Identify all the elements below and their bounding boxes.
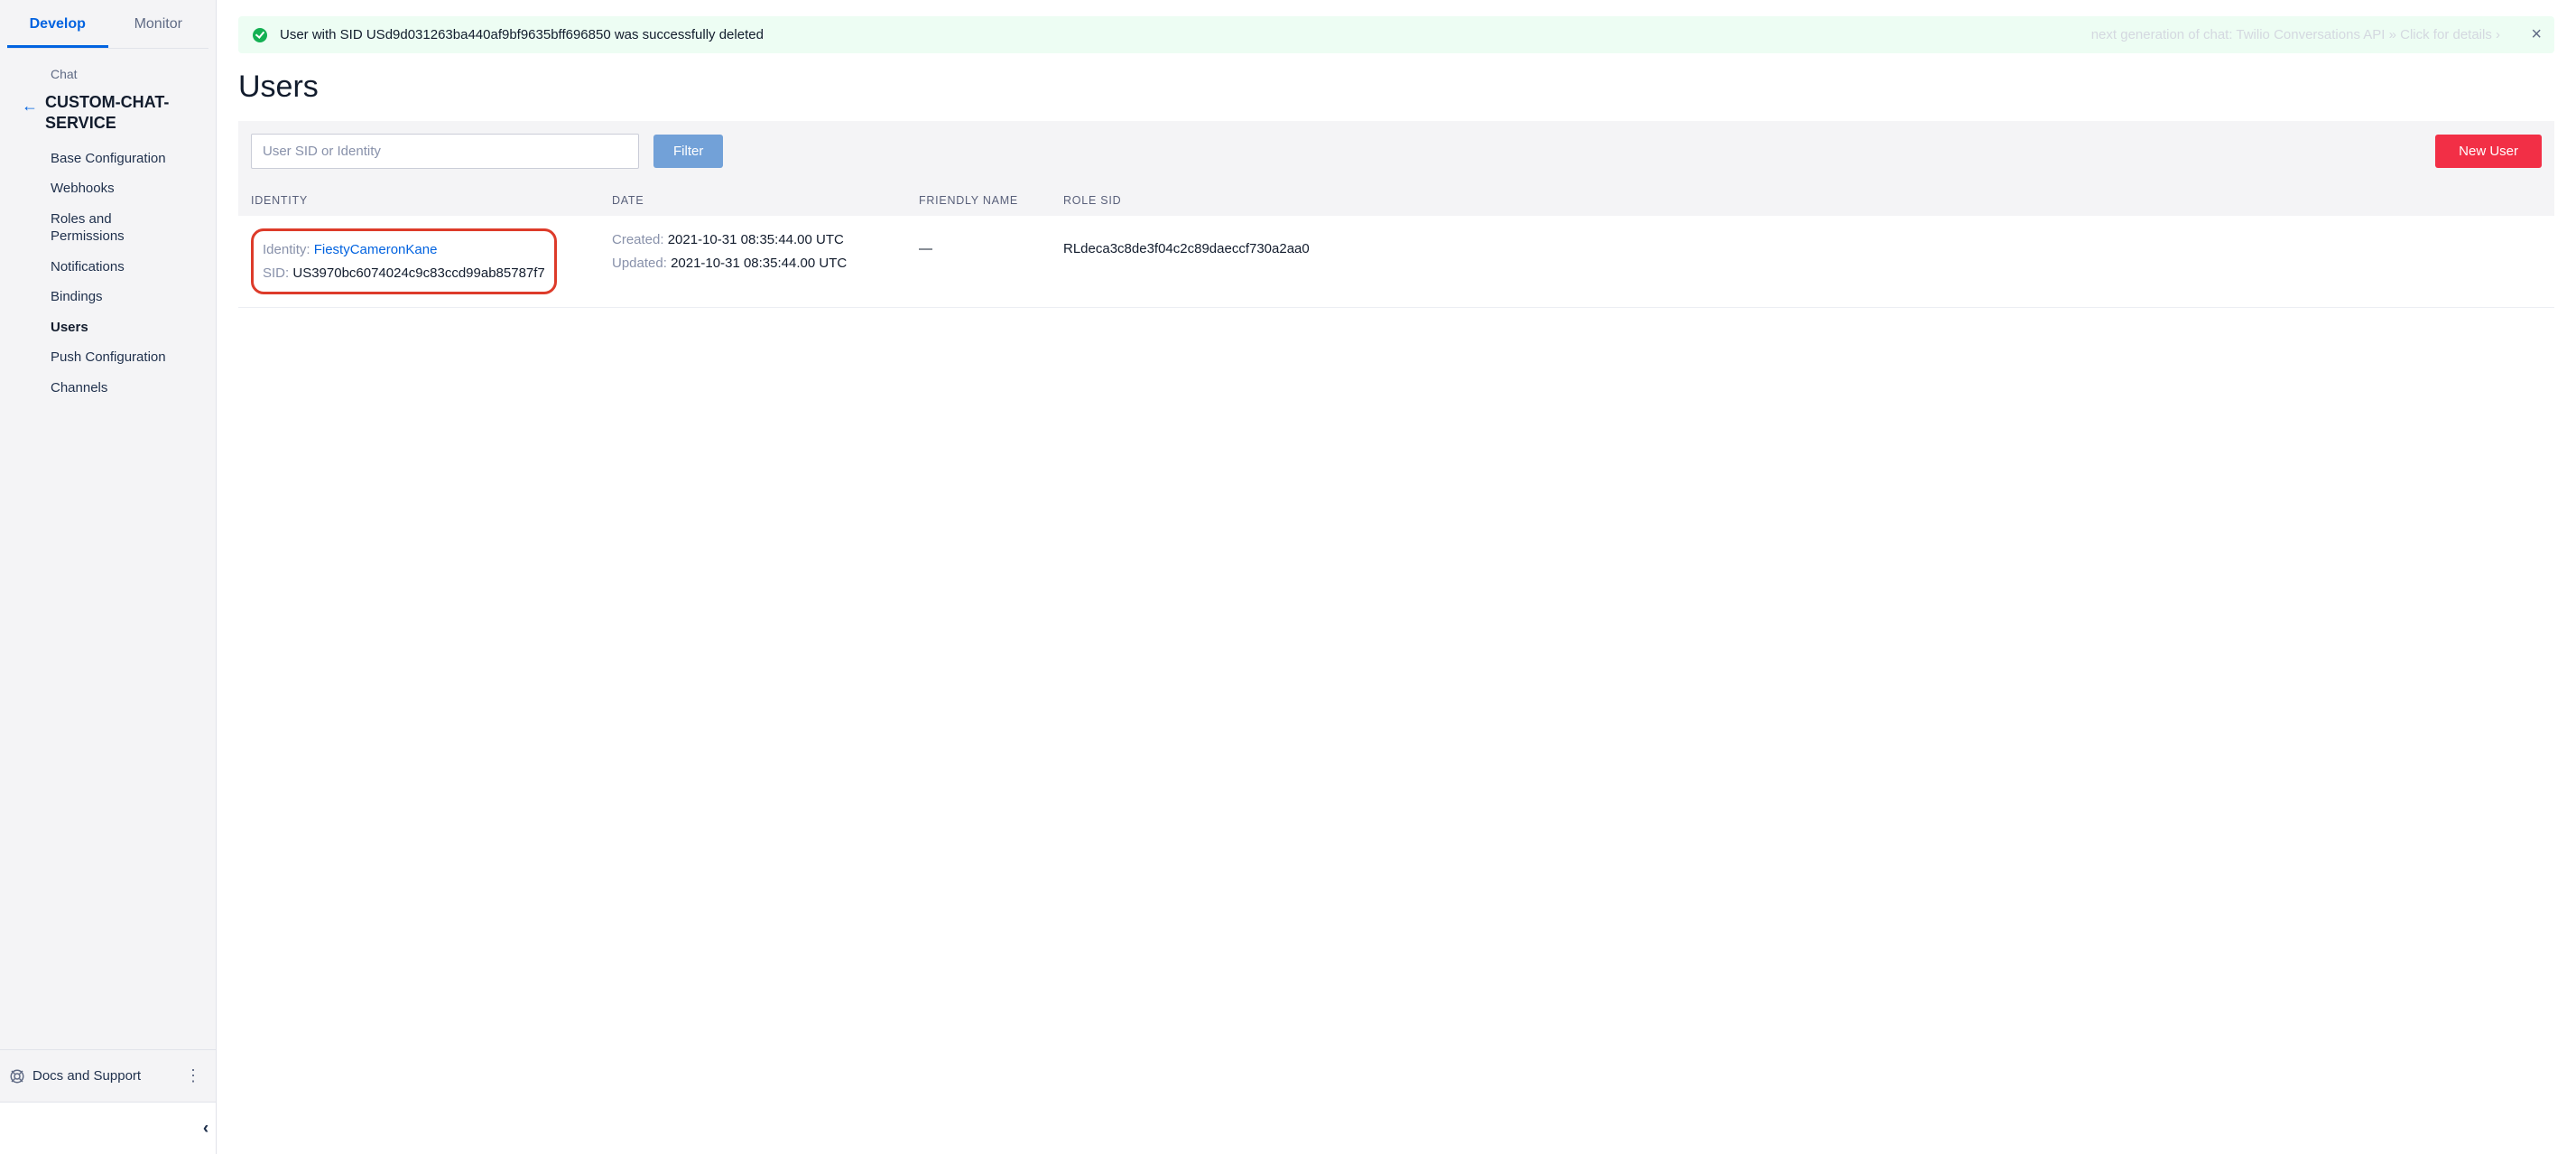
identity-label: Identity:	[263, 242, 310, 257]
sidebar-item-channels[interactable]: Channels	[51, 373, 186, 404]
sidebar-item-webhooks[interactable]: Webhooks	[51, 173, 186, 204]
sidebar: Develop Monitor Chat ← CUSTOM-CHAT-SERVI…	[0, 0, 217, 1154]
sidebar-bottom: Docs and Support ⋮ ‹‹	[0, 1049, 216, 1154]
sidebar-item-base-configuration[interactable]: Base Configuration	[51, 144, 186, 174]
page-title: Users	[238, 70, 2554, 105]
nav-service-row: ← CUSTOM-CHAT-SERVICE	[0, 88, 216, 144]
sidebar-collapse-row: ‹‹	[0, 1103, 216, 1154]
docs-support-row[interactable]: Docs and Support ⋮	[0, 1050, 216, 1103]
close-icon[interactable]: ×	[2531, 25, 2542, 43]
cell-role-sid: RLdeca3c8de3f04c2c89daeccf730a2aa0	[1063, 228, 2542, 256]
created-label: Created:	[612, 232, 664, 247]
back-arrow-icon[interactable]: ←	[9, 92, 45, 114]
table-row: Identity: FiestyCameronKane SID: US3970b…	[238, 216, 2554, 308]
nav-area: Chat ← CUSTOM-CHAT-SERVICE Base Configur…	[0, 49, 216, 403]
col-header-identity: IDENTITY	[251, 194, 612, 207]
main-content: User with SID USd9d031263ba440af9bf9635b…	[217, 0, 2576, 1154]
more-vertical-icon[interactable]: ⋮	[185, 1066, 207, 1085]
success-alert: User with SID USd9d031263ba440af9bf9635b…	[238, 16, 2554, 53]
success-check-icon	[253, 28, 267, 42]
col-header-role-sid: ROLE SID	[1063, 194, 2542, 207]
updated-value: 2021-10-31 08:35:44.00 UTC	[671, 256, 847, 271]
search-input[interactable]	[251, 134, 639, 169]
users-toolbar: Filter New User	[238, 121, 2554, 181]
service-name[interactable]: CUSTOM-CHAT-SERVICE	[45, 92, 207, 135]
cell-friendly-name: —	[919, 228, 1063, 256]
alert-message: User with SID USd9d031263ba440af9bf9635b…	[280, 27, 764, 42]
updated-label: Updated:	[612, 256, 667, 271]
users-table: IDENTITY DATE FRIENDLY NAME ROLE SID Ide…	[238, 181, 2554, 308]
table-header: IDENTITY DATE FRIENDLY NAME ROLE SID	[238, 181, 2554, 216]
sidebar-item-roles-permissions[interactable]: Roles and Permissions	[51, 204, 186, 252]
sid-value: US3970bc6074024c9c83ccd99ab85787f7	[292, 265, 544, 281]
identity-link[interactable]: FiestyCameronKane	[314, 242, 438, 257]
tab-develop[interactable]: Develop	[7, 0, 108, 48]
nav-section-chat[interactable]: Chat	[0, 61, 216, 88]
docs-support-label: Docs and Support	[32, 1068, 185, 1084]
created-value: 2021-10-31 08:35:44.00 UTC	[668, 232, 844, 247]
identity-highlight-box: Identity: FiestyCameronKane SID: US3970b…	[251, 228, 557, 294]
sid-label: SID:	[263, 265, 289, 281]
cell-date: Created: 2021-10-31 08:35:44.00 UTC Upda…	[612, 228, 919, 275]
new-user-button[interactable]: New User	[2435, 135, 2542, 168]
sidebar-tabs: Develop Monitor	[7, 0, 208, 49]
sidebar-item-push-configuration[interactable]: Push Configuration	[51, 342, 186, 373]
sidebar-item-users[interactable]: Users	[51, 312, 186, 343]
col-header-date: DATE	[612, 194, 919, 207]
cell-identity: Identity: FiestyCameronKane SID: US3970b…	[251, 228, 612, 294]
nav-items: Base Configuration Webhooks Roles and Pe…	[0, 144, 216, 404]
sidebar-item-bindings[interactable]: Bindings	[51, 282, 186, 312]
lifesaver-icon	[9, 1068, 25, 1084]
alert-background-text: next generation of chat: Twilio Conversa…	[2091, 27, 2500, 42]
col-header-friendly-name: FRIENDLY NAME	[919, 194, 1063, 207]
filter-button[interactable]: Filter	[653, 135, 723, 168]
tab-monitor[interactable]: Monitor	[108, 0, 209, 48]
sidebar-item-notifications[interactable]: Notifications	[51, 252, 186, 283]
